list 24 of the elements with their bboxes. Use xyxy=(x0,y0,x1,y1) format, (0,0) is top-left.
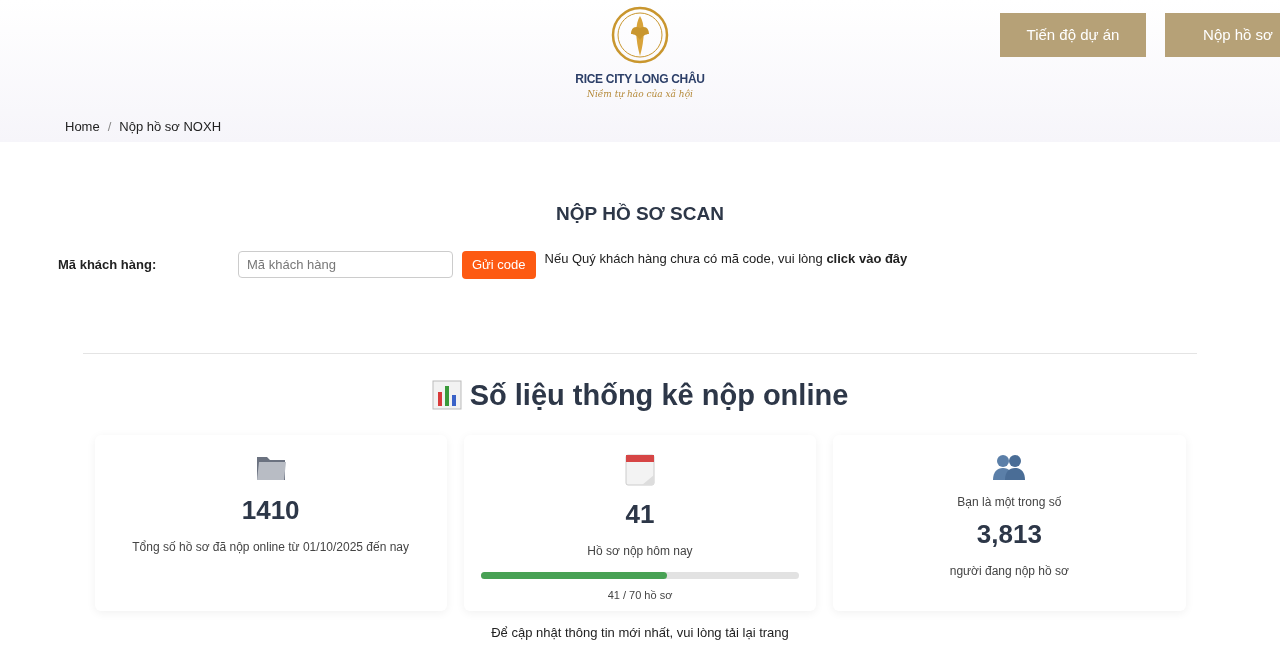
code-note: Nếu Quý khách hàng chưa có mã code, vui lòng click vào đây xyxy=(544,249,908,268)
progress-reading: 41 / 70 hồ sơ xyxy=(607,588,673,603)
stat-intro: Bạn là một trong số xyxy=(957,494,1062,511)
reload-note: Để cập nhật thông tin mới nhất, vui lòng tải lại trang xyxy=(491,624,789,642)
stat-caption: người đang nộp hồ sơ xyxy=(949,563,1069,580)
bar-chart-icon xyxy=(431,380,462,411)
stat-caption: Hồ sơ nộp hôm nay xyxy=(587,543,693,560)
stat-value: 1410 xyxy=(241,494,300,527)
stat-value: 41 xyxy=(625,498,655,531)
logo-name: RICE CITY LONG CHÂU xyxy=(575,70,705,88)
calendar-icon xyxy=(624,451,656,487)
stat-value: 3,813 xyxy=(976,518,1042,551)
nav-button[interactable]: Tiến độ dự án xyxy=(1000,13,1146,57)
breadcrumb-link[interactable]: Home xyxy=(65,117,100,137)
stats-title: Số liệu thống kê nộp online xyxy=(469,377,849,413)
send-code-button[interactable]: Gửi code xyxy=(462,250,536,279)
breadcrumb-separator: / xyxy=(107,118,112,136)
logo-tagline: Niềm tự hào của xã hội xyxy=(587,88,693,101)
field-label: Mã khách hàng: xyxy=(58,255,158,274)
stat-caption: Tổng số hồ sơ đã nộp online từ 01/10/2025 đến nay xyxy=(132,539,410,556)
form-title: NỘP HỒ SƠ SCAN xyxy=(556,202,724,226)
nav-button[interactable]: Nộp hồ sơ xyxy=(1165,13,1280,57)
breadcrumb-link[interactable]: Nộp hồ sơ NOXH xyxy=(119,117,222,137)
customer-code-field[interactable]: Mã khách hàng xyxy=(238,251,453,278)
